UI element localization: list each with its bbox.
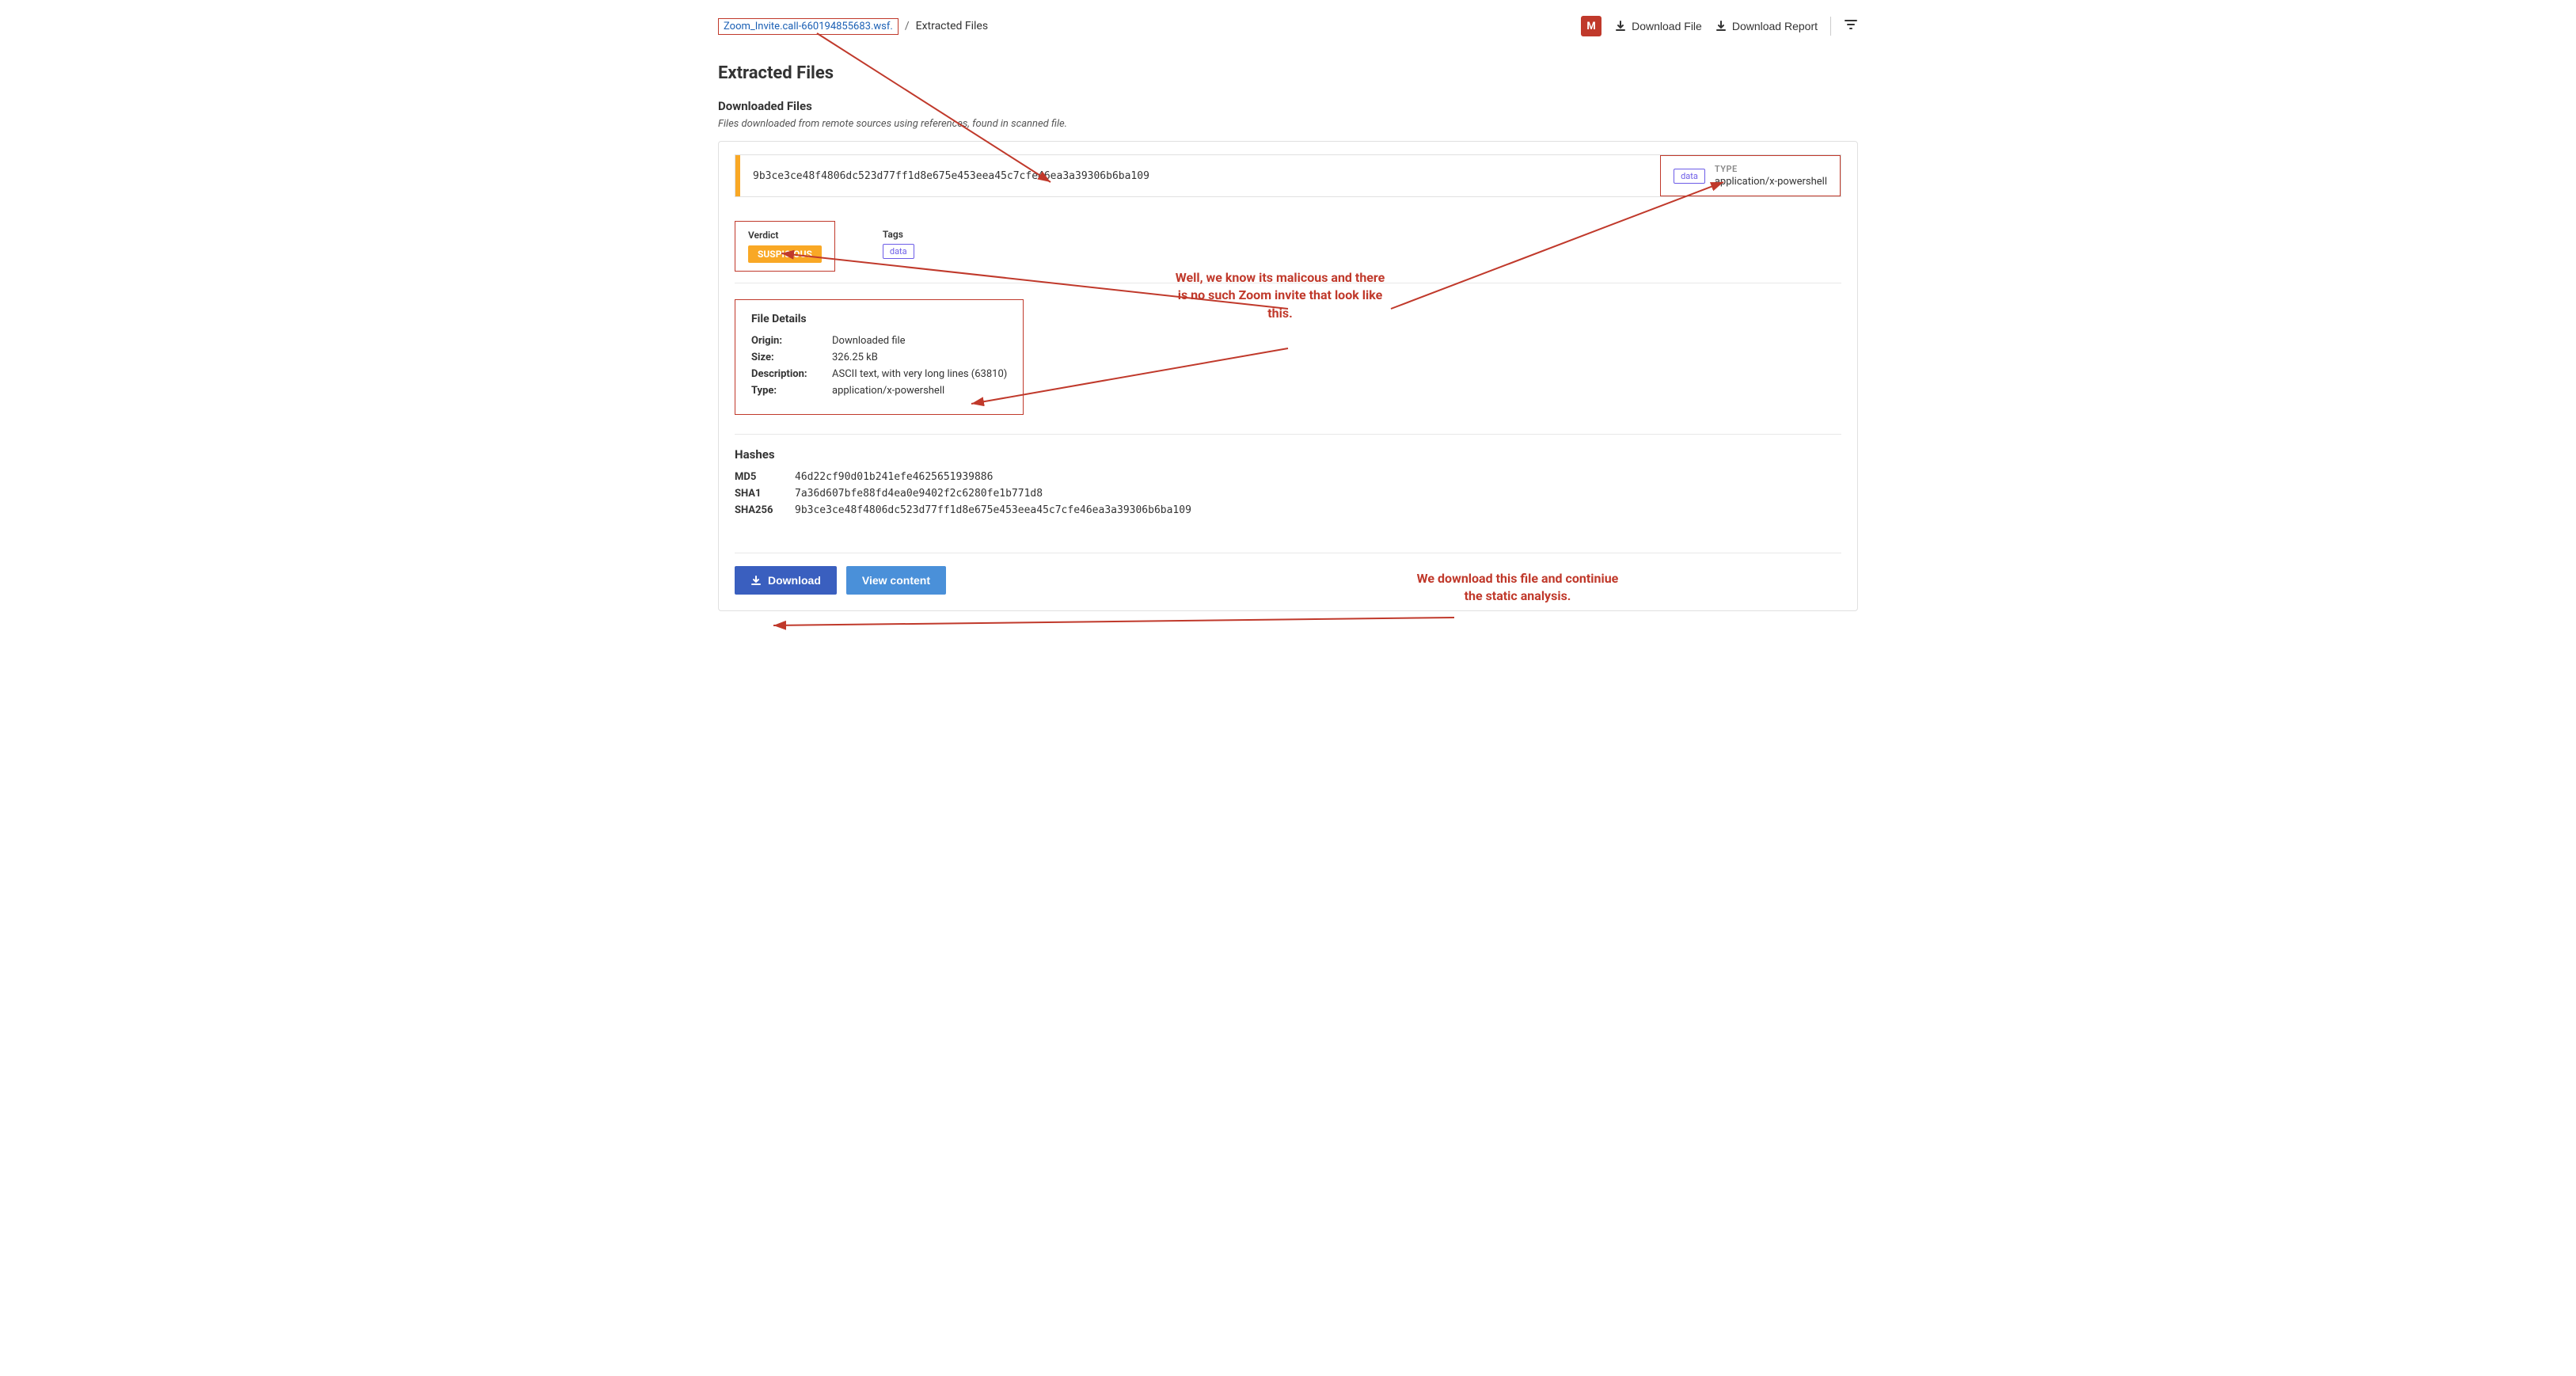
hash-md5-row: MD5 46d22cf90d01b241efe4625651939886 xyxy=(735,471,1841,483)
page-header: Zoom_Invite.call-660194855683.wsf. / Ext… xyxy=(718,16,1858,44)
breadcrumb-file-link[interactable]: Zoom_Invite.call-660194855683.wsf. xyxy=(718,18,899,35)
file-details-title: File Details xyxy=(751,313,1007,325)
header-divider xyxy=(1830,17,1831,36)
verdict-tags-row: Verdict SUSPICIOUS Tags data xyxy=(735,210,1841,283)
breadcrumb-current: Extracted Files xyxy=(916,20,988,32)
download-button[interactable]: Download xyxy=(735,566,837,595)
origin-val: Downloaded file xyxy=(832,335,906,347)
description-key: Description: xyxy=(751,368,823,380)
section-title: Downloaded Files xyxy=(718,99,1858,113)
type-heading: TYPE xyxy=(1715,164,1827,174)
md5-key: MD5 xyxy=(735,471,782,483)
origin-key: Origin: xyxy=(751,335,823,347)
verdict-box: Verdict SUSPICIOUS xyxy=(735,221,835,272)
detail-description: Description: ASCII text, with very long … xyxy=(751,368,1007,380)
hashes-title: Hashes xyxy=(735,447,1841,462)
download-report-icon xyxy=(1715,20,1727,32)
download-file-icon xyxy=(1614,20,1627,32)
m-badge: M xyxy=(1581,16,1601,36)
type-val: application/x-powershell xyxy=(832,385,944,397)
sha256-key: SHA256 xyxy=(735,504,782,516)
filter-button[interactable] xyxy=(1844,17,1858,36)
type-key: Type: xyxy=(751,385,823,397)
download-icon xyxy=(750,575,762,586)
download-file-button[interactable]: Download File xyxy=(1614,20,1702,32)
view-content-button[interactable]: View content xyxy=(846,566,946,595)
section-subtitle: Files downloaded from remote sources usi… xyxy=(718,118,1858,130)
detail-type: Type: application/x-powershell xyxy=(751,385,1007,397)
sha1-val: 7a36d607bfe88fd4ea0e9402f2c6280fe1b771d8 xyxy=(795,488,1043,500)
type-label: TYPE application/x-powershell xyxy=(1715,164,1827,188)
tag-badge: data xyxy=(883,244,914,259)
downloaded-files-section: Downloaded Files Files downloaded from r… xyxy=(718,99,1858,611)
type-tag-badge: data xyxy=(1674,169,1705,184)
verdict-label: Verdict xyxy=(748,230,822,241)
action-buttons-row: Download View content xyxy=(735,553,1841,595)
sha256-val: 9b3ce3ce48f4806dc523d77ff1d8e675e453eea4… xyxy=(795,504,1191,516)
file-hash-row: 9b3ce3ce48f4806dc523d77ff1d8e675e453eea4… xyxy=(735,154,1841,197)
header-actions: M Download File Download Report xyxy=(1581,16,1858,36)
download-report-button[interactable]: Download Report xyxy=(1715,20,1818,32)
filter-icon xyxy=(1844,17,1858,32)
size-val: 326.25 kB xyxy=(832,352,878,363)
detail-origin: Origin: Downloaded file xyxy=(751,335,1007,347)
breadcrumb: Zoom_Invite.call-660194855683.wsf. / Ext… xyxy=(718,18,988,35)
tags-box: Tags data xyxy=(883,221,914,272)
page-title: Extracted Files xyxy=(718,63,1858,83)
file-hash-value: 9b3ce3ce48f4806dc523d77ff1d8e675e453eea4… xyxy=(740,155,1660,196)
type-value: application/x-powershell xyxy=(1715,176,1827,188)
type-section: data TYPE application/x-powershell xyxy=(1660,155,1841,196)
hash-sha1-row: SHA1 7a36d607bfe88fd4ea0e9402f2c6280fe1b… xyxy=(735,488,1841,500)
file-details-box: File Details Origin: Downloaded file Siz… xyxy=(735,299,1024,415)
verdict-badge: SUSPICIOUS xyxy=(748,245,822,263)
breadcrumb-separator: / xyxy=(905,20,910,32)
description-val: ASCII text, with very long lines (63810) xyxy=(832,368,1007,380)
tags-label: Tags xyxy=(883,229,914,240)
detail-size: Size: 326.25 kB xyxy=(751,352,1007,363)
hashes-section: Hashes MD5 46d22cf90d01b241efe4625651939… xyxy=(735,434,1841,534)
sha1-key: SHA1 xyxy=(735,488,782,500)
size-key: Size: xyxy=(751,352,823,363)
hash-sha256-row: SHA256 9b3ce3ce48f4806dc523d77ff1d8e675e… xyxy=(735,504,1841,516)
md5-val: 46d22cf90d01b241efe4625651939886 xyxy=(795,471,993,483)
file-card: 9b3ce3ce48f4806dc523d77ff1d8e675e453eea4… xyxy=(718,141,1858,611)
